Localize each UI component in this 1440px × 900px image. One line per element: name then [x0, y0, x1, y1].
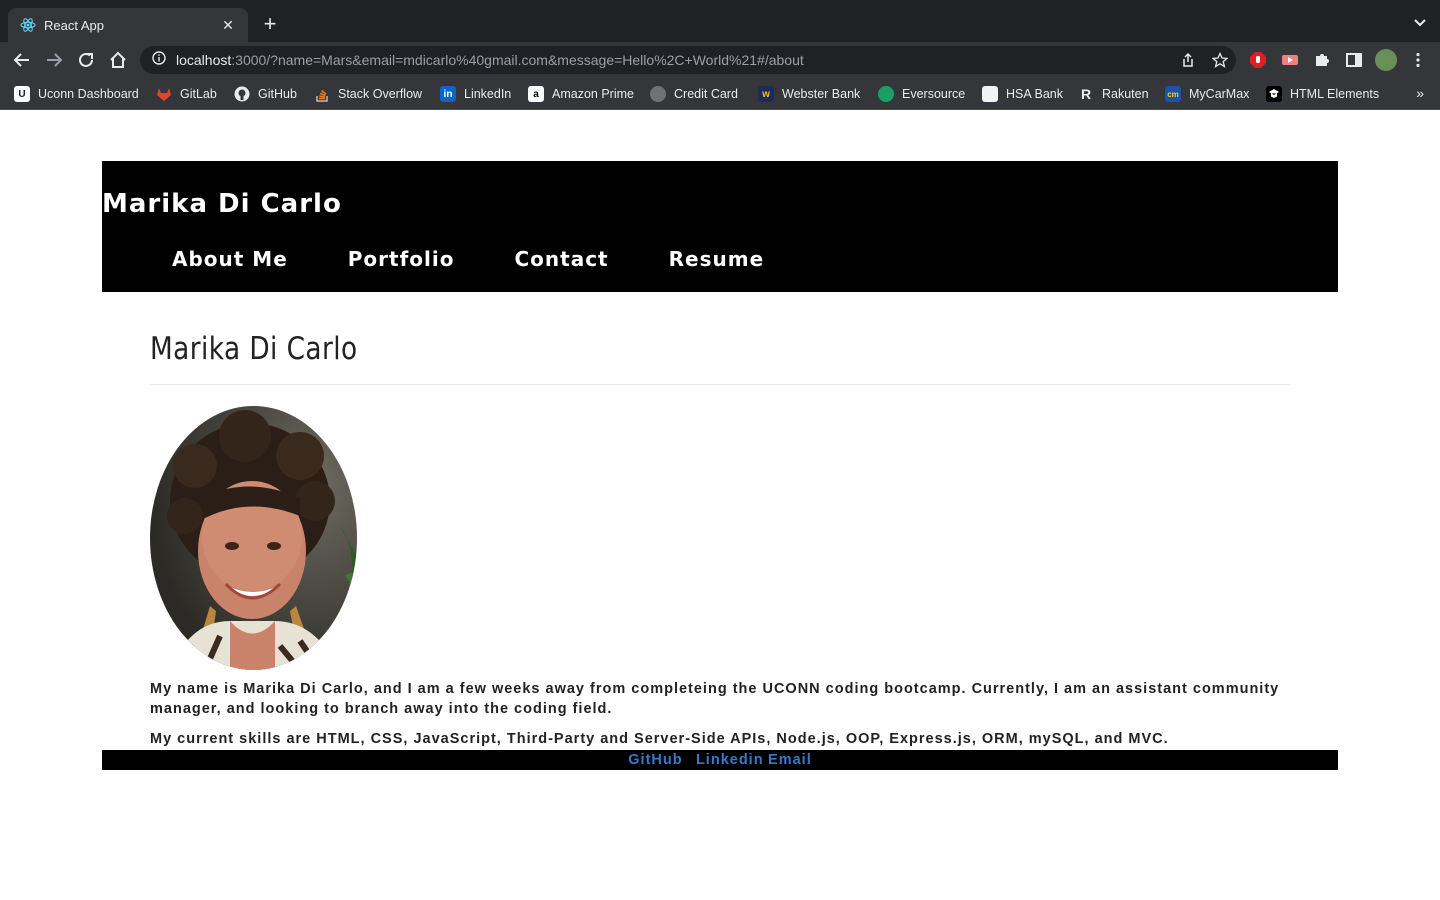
bookmark-amazon-prime[interactable]: a Amazon Prime — [528, 85, 634, 103]
linkedin-icon: in — [440, 86, 456, 102]
close-icon[interactable]: ✕ — [218, 15, 238, 35]
bookmark-label: LinkedIn — [464, 87, 512, 101]
chevron-down-icon[interactable] — [1412, 14, 1428, 30]
bookmark-label: Eversource — [902, 87, 966, 101]
bookmarks-overflow-button[interactable]: » — [1416, 85, 1424, 101]
home-icon[interactable] — [106, 48, 130, 72]
bookmark-linkedin[interactable]: in LinkedIn — [440, 85, 511, 103]
footer-email-link[interactable]: Email — [768, 752, 812, 768]
url-text: localhost:3000/?name=Mars&email=mdicarlo… — [176, 52, 804, 68]
bookmark-label: Stack Overflow — [338, 87, 423, 101]
url-host: localhost — [176, 52, 232, 68]
skills-text: My current skills are HTML, CSS, JavaScr… — [150, 731, 1169, 747]
react-icon — [20, 17, 36, 33]
site-nav: About Me Portfolio Contact Resume — [172, 247, 824, 271]
footer-github-link[interactable]: GitHub — [628, 752, 682, 768]
share-icon[interactable] — [1180, 52, 1196, 73]
gitlab-icon — [156, 86, 172, 102]
tab-strip: React App ✕ + — [0, 0, 1440, 42]
address-bar[interactable]: localhost:3000/?name=Mars&email=mdicarlo… — [140, 46, 1236, 74]
screen-recorder-extension-icon[interactable] — [1280, 50, 1300, 70]
info-icon[interactable] — [152, 50, 166, 70]
about-section: Marika Di Carlo My name is Marika Di Car… — [150, 331, 1290, 747]
nav-portfolio[interactable]: Portfolio — [348, 247, 455, 271]
bookmark-gitlab[interactable]: GitLab — [156, 85, 217, 103]
bookmark-label: Webster Bank — [782, 87, 861, 101]
webster-icon: w — [758, 86, 774, 102]
hsa-icon — [982, 86, 998, 102]
bookmark-label: Rakuten — [1102, 87, 1149, 101]
footer-linkedin-link[interactable]: Linkedin — [696, 752, 764, 768]
bookmark-label: Uconn Dashboard — [38, 87, 139, 101]
site-header: Marika Di Carlo About Me Portfolio Conta… — [102, 161, 1338, 292]
bookmark-label: Credit Card — [674, 87, 738, 101]
eversource-icon — [878, 86, 894, 102]
tab-title: React App — [44, 17, 104, 33]
about-heading: Marika Di Carlo — [150, 331, 358, 367]
bookmark-label: GitHub — [258, 87, 297, 101]
browser-toolbar: localhost:3000/?name=Mars&email=mdicarlo… — [0, 42, 1440, 78]
site-footer: GitHub Linkedin Email — [102, 750, 1338, 770]
bookmark-label: HSA Bank — [1006, 87, 1063, 101]
puzzle-icon[interactable] — [1312, 50, 1332, 70]
bookmark-mycarmax[interactable]: cm MyCarMax — [1165, 85, 1249, 103]
bookmark-webster-bank[interactable]: w Webster Bank — [758, 85, 860, 103]
bookmark-stack-overflow[interactable]: Stack Overflow — [314, 85, 422, 103]
page-viewport: Marika Di Carlo About Me Portfolio Conta… — [0, 111, 1440, 900]
bookmark-eversource[interactable]: Eversource — [878, 85, 965, 103]
stackoverflow-icon — [314, 86, 330, 102]
bio-text: My name is Marika Di Carlo, and I am a f… — [150, 681, 1280, 717]
bookmark-label: MyCarMax — [1189, 87, 1250, 101]
uconn-icon: U — [14, 86, 30, 102]
github-icon — [234, 86, 250, 102]
side-panel-icon[interactable] — [1344, 50, 1364, 70]
divider — [150, 384, 1290, 385]
bookmark-hsa-bank[interactable]: HSA Bank — [982, 85, 1063, 103]
bookmark-label: GitLab — [180, 87, 217, 101]
adblock-extension-icon[interactable] — [1248, 50, 1268, 70]
bookmark-rakuten[interactable]: R Rakuten — [1078, 85, 1149, 103]
forward-arrow-icon[interactable] — [42, 48, 66, 72]
bookmark-label: HTML Elements — [1290, 87, 1380, 101]
bookmark-credit-card[interactable]: Credit Card — [650, 85, 738, 103]
nav-about-me[interactable]: About Me — [172, 247, 288, 271]
bookmark-label: Amazon Prime — [552, 87, 634, 101]
back-arrow-icon[interactable] — [10, 48, 34, 72]
bookmark-uconn-dashboard[interactable]: U Uconn Dashboard — [14, 85, 139, 103]
reload-icon[interactable] — [74, 48, 98, 72]
kebab-menu-icon[interactable] — [1408, 50, 1428, 70]
star-icon[interactable] — [1211, 51, 1229, 73]
nav-resume[interactable]: Resume — [669, 247, 765, 271]
profile-photo — [150, 406, 357, 670]
nav-contact[interactable]: Contact — [514, 247, 608, 271]
bookmarks-bar: U Uconn Dashboard GitLab GitHub Stack Ov… — [0, 78, 1440, 110]
html-icon — [1266, 86, 1282, 102]
bookmark-html-elements[interactable]: HTML Elements — [1266, 85, 1379, 103]
url-path: :3000/?name=Mars&email=mdicarlo%40gmail.… — [231, 52, 804, 68]
rakuten-icon: R — [1080, 86, 1092, 102]
browser-tab[interactable]: React App ✕ — [8, 8, 248, 42]
globe-icon — [650, 86, 666, 102]
new-tab-button[interactable]: + — [258, 13, 282, 37]
amazon-icon: a — [528, 86, 544, 102]
carmax-icon: cm — [1165, 86, 1181, 102]
site-title: Marika Di Carlo — [102, 189, 342, 219]
profile-avatar[interactable] — [1375, 49, 1397, 71]
bookmark-github[interactable]: GitHub — [234, 85, 297, 103]
